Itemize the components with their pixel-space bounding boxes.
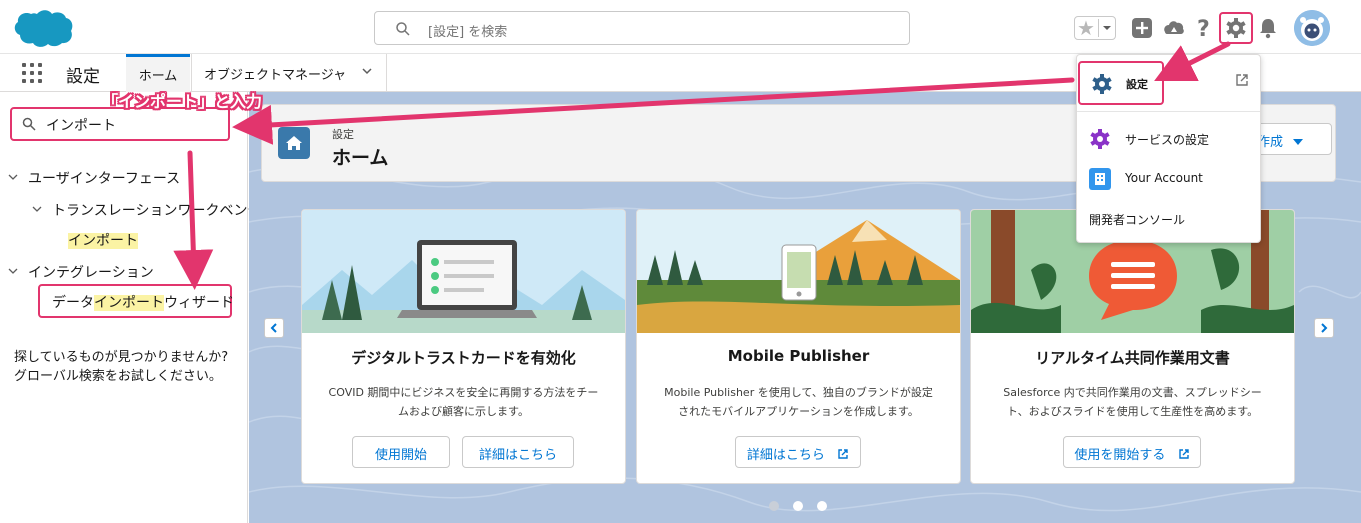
favorites-button[interactable]: ★ — [1074, 16, 1116, 40]
astro-avatar-icon — [1294, 10, 1330, 46]
global-search-input[interactable]: [設定] を検索 — [374, 11, 910, 45]
building-icon — [1089, 168, 1111, 190]
learn-more-button[interactable]: 詳細はこちら — [462, 436, 574, 468]
learn-more-button[interactable]: 詳細はこちら — [735, 436, 861, 468]
tree-item-user-interface[interactable]: ユーザインターフェース — [8, 168, 180, 188]
tree-item-import[interactable]: インポート — [68, 230, 138, 250]
user-avatar[interactable] — [1294, 10, 1330, 46]
menu-item-label: サービスの設定 — [1125, 133, 1210, 147]
notifications-bell-icon[interactable] — [1256, 15, 1280, 41]
card-description-line: Mobile Publisher を使用して、独自のブランドが設定 — [664, 386, 933, 399]
gear-icon — [1092, 74, 1112, 94]
chevron-down-icon — [8, 174, 18, 180]
menu-item-label: 開発者コンソール — [1089, 213, 1186, 227]
salesforce-logo-icon[interactable] — [12, 8, 74, 48]
chevron-down-icon — [8, 268, 18, 274]
app-name: 設定 — [66, 67, 100, 87]
tree-item-label-part: データ — [52, 295, 94, 311]
carousel-next-button[interactable] — [1314, 318, 1334, 338]
carousel-dot[interactable] — [769, 501, 779, 511]
mountain-phone-illustration — [637, 210, 960, 333]
card-description: Mobile Publisher を使用して、独自のブランドが設定 されたモバイ… — [651, 383, 946, 421]
carousel-prev-button[interactable] — [264, 318, 284, 338]
chevron-down-icon — [32, 206, 42, 212]
app-launcher-icon[interactable] — [22, 63, 42, 83]
card-description: Salesforce 内で共同作業用の文書、スプレッドシー ト、およびスライドを… — [985, 383, 1280, 421]
feature-card-digital-trust: デジタルトラストカードを有効化 COVID 期間中にビジネスを安全に再開する方法… — [301, 209, 626, 484]
global-actions-plus-icon[interactable] — [1130, 15, 1154, 41]
service-gear-icon — [1090, 129, 1110, 149]
trailhead-guidance-icon[interactable] — [1162, 15, 1186, 41]
tree-item-label: インポート — [68, 233, 138, 249]
setup-menu-item-label: 設定 — [1126, 78, 1148, 91]
feature-card-quip-documents: リアルタイム共同作業用文書 Salesforce 内で共同作業用の文書、スプレッ… — [970, 209, 1295, 484]
favorites-dropdown-button[interactable] — [1098, 19, 1114, 37]
setup-menu: 設定 サービスの設定 Your Account 開発者コンソール — [1076, 54, 1261, 243]
annotation-gear-highlight — [1219, 12, 1253, 44]
card-description-line: COVID 期間中にビジネスを安全に再開する方法をチー — [328, 386, 599, 399]
open-new-window-icon[interactable] — [1235, 73, 1249, 87]
carousel-dot[interactable] — [817, 501, 827, 511]
tree-item-data-import-wizard[interactable]: データインポートウィザード — [38, 284, 234, 318]
help-icon[interactable]: ? — [1193, 15, 1217, 41]
quick-find-input[interactable]: インポート — [10, 107, 230, 141]
card-description-line: ト、およびスライドを使用して生産性を高めます。 — [1006, 405, 1259, 418]
card-title: Mobile Publisher — [727, 347, 870, 365]
page-title: ホーム — [332, 147, 389, 169]
caret-down-icon — [1293, 139, 1304, 145]
page-header-subtitle: 設定 — [332, 128, 354, 141]
not-found-hint: 探しているものが見つかりませんか? グローバル検索をお試しください。 — [14, 348, 228, 386]
get-started-button[interactable]: 使用開始 — [352, 436, 450, 468]
menu-divider — [1077, 111, 1260, 112]
star-icon: ★ — [1077, 16, 1095, 40]
tree-item-label: ユーザインターフェース — [28, 171, 181, 187]
tree-item-translation-workbench[interactable]: トランスレーションワークベンチ — [32, 200, 261, 220]
tab-object-manager[interactable]: オブジェクトマネージャ — [191, 54, 387, 92]
card-description-line: Salesforce 内で共同作業用の文書、スプレッドシー — [1003, 386, 1262, 399]
setup-menu-item[interactable]: 設定 — [1078, 61, 1164, 105]
button-label: 使用を開始する — [1074, 448, 1166, 463]
svg-text:?: ? — [1197, 17, 1210, 41]
caret-down-icon — [1103, 26, 1111, 30]
card-description: COVID 期間中にビジネスを安全に再開する方法をチー ムおよび顧客に示します。 — [316, 383, 611, 421]
card-description-line: されたモバイルアプリケーションを作成します。 — [678, 405, 919, 418]
chevron-down-icon[interactable] — [362, 68, 372, 75]
tree-item-integration[interactable]: インテグレーション — [8, 262, 154, 282]
quick-find-value: インポート — [46, 118, 116, 134]
tree-item-label-highlight: インポート — [94, 295, 164, 311]
tree-item-label: インテグレーション — [28, 265, 154, 281]
not-found-line: 探しているものが見つかりませんか? — [14, 350, 229, 365]
carousel-dot[interactable] — [793, 501, 803, 511]
chevron-right-icon — [1321, 323, 1328, 333]
card-title: リアルタイム共同作業用文書 — [1035, 349, 1230, 367]
card-description-line: ムおよび顧客に示します。 — [398, 405, 529, 418]
feature-card-mobile-publisher: Mobile Publisher Mobile Publisher を使用して、… — [636, 209, 961, 484]
chevron-left-icon — [270, 323, 277, 333]
tree-item-label-part: ウィザード — [164, 295, 234, 311]
tree-item-label: トランスレーションワークベンチ — [52, 203, 262, 219]
annotation-instruction: 「インポート」と入力 — [102, 92, 263, 111]
home-icon — [278, 127, 310, 159]
tab-object-manager-label: オブジェクトマネージャ — [204, 68, 347, 83]
not-found-line: グローバル検索をお試しください。 — [14, 369, 222, 384]
laptop-illustration — [302, 210, 625, 333]
search-icon — [22, 117, 36, 131]
tab-home[interactable]: ホーム — [126, 54, 190, 92]
start-using-button[interactable]: 使用を開始する — [1063, 436, 1201, 468]
search-icon — [396, 22, 410, 36]
search-placeholder: [設定] を検索 — [428, 25, 508, 40]
global-header: [設定] を検索 ★ ? — [0, 0, 1361, 54]
button-label: 詳細はこちら — [746, 448, 825, 463]
menu-item-label: Your Account — [1125, 171, 1203, 185]
external-link-icon — [838, 449, 848, 459]
setup-sidebar: インポート ユーザインターフェース トランスレーションワークベンチ インポート … — [0, 92, 261, 523]
external-link-icon — [1178, 449, 1189, 459]
card-title: デジタルトラストカードを有効化 — [351, 349, 576, 367]
